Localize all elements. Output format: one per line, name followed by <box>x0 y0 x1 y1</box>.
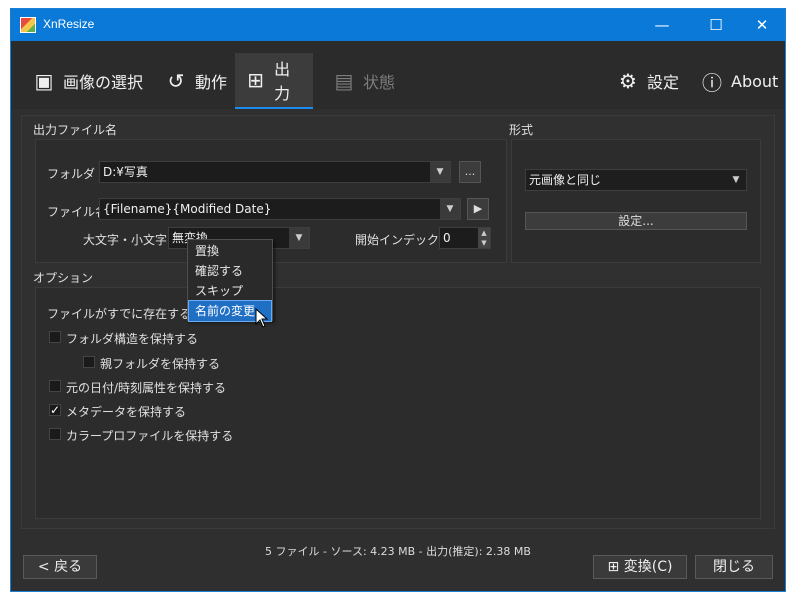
chevron-down-icon[interactable]: ▼ <box>430 162 450 182</box>
filename-value: {Filename}{Modified Date} <box>103 202 272 216</box>
folder-value: D:¥写真 <box>103 165 148 179</box>
checkbox-label: メタデータを保持する <box>66 405 187 419</box>
chevron-down-icon[interactable]: ▼ <box>440 199 460 219</box>
menu-item-replace[interactable]: 置換 <box>189 241 271 261</box>
close-window-button[interactable]: ✕ <box>739 9 785 41</box>
format-value: 元画像と同じ <box>529 173 602 187</box>
keep-datetime-checkbox[interactable] <box>49 380 61 392</box>
tab-settings[interactable]: ⚙ 設定 <box>607 53 687 109</box>
output-filename-group-label: 出力ファイル名 <box>33 123 118 137</box>
options-group-label: オプション <box>33 271 94 285</box>
main-toolbar: ▣ 画像の選択 ↺ 動作 ⊞ 出力 ▤ 状態 ⚙ 設定 ⓘ About <box>11 41 785 109</box>
checkbox-label: 親フォルダを保持する <box>100 357 221 371</box>
keep-color-profile-checkbox[interactable] <box>49 428 61 440</box>
close-button[interactable]: 閉じる <box>695 555 773 579</box>
menu-item-confirm[interactable]: 確認する <box>189 261 271 281</box>
checkbox-label: 元の日付/時刻属性を保持する <box>66 381 227 395</box>
convert-icon: ⊞ <box>607 559 624 575</box>
spin-buttons[interactable]: ▲ ▼ <box>478 228 490 248</box>
start-index-value: 0 <box>443 231 451 245</box>
menu-item-skip[interactable]: スキップ <box>189 281 271 301</box>
filename-combobox[interactable]: {Filename}{Modified Date} ▼ <box>99 198 461 220</box>
maximize-button[interactable]: ☐ <box>693 9 739 41</box>
tab-label: 出力 <box>274 60 291 103</box>
tab-label: 画像の選択 <box>63 73 144 92</box>
convert-button[interactable]: ⊞ 変換(C) <box>593 555 687 579</box>
folder-combobox[interactable]: D:¥写真 ▼ <box>99 161 451 183</box>
start-index-spinbox[interactable]: 0 ▲ ▼ <box>439 227 491 249</box>
tab-label: 動作 <box>195 73 228 92</box>
browse-button[interactable]: ... <box>459 161 481 183</box>
status-icon: ▤ <box>334 69 354 93</box>
start-index-label: 開始インデックス <box>355 233 451 247</box>
mouse-cursor-icon <box>255 308 269 328</box>
title-bar[interactable]: XnResize — ☐ ✕ <box>11 9 785 41</box>
filename-label: ファイル名 <box>47 205 108 219</box>
filename-menu-button[interactable]: ▶ <box>467 198 489 220</box>
back-button[interactable]: < 戻る <box>23 555 97 579</box>
image-select-icon: ▣ <box>34 69 54 93</box>
keep-parent-folder-checkbox[interactable] <box>83 356 95 368</box>
format-group-label: 形式 <box>509 123 534 137</box>
tab-label: 状態 <box>363 73 396 92</box>
output-icon: ⊞ <box>247 68 264 92</box>
tab-about[interactable]: ⓘ About <box>691 53 786 109</box>
action-icon: ↺ <box>167 69 185 93</box>
spin-down-icon[interactable]: ▼ <box>478 238 490 248</box>
convert-label: 変換(C) <box>623 559 673 575</box>
case-label: 大文字・小文字 <box>83 233 168 247</box>
chevron-down-icon[interactable]: ▼ <box>726 170 746 190</box>
format-combobox[interactable]: 元画像と同じ ▼ <box>525 169 747 191</box>
format-settings-button[interactable]: 設定... <box>525 212 747 230</box>
tab-output[interactable]: ⊞ 出力 <box>235 53 313 109</box>
app-icon <box>20 17 36 33</box>
xnresize-window: XnResize — ☐ ✕ ▣ 画像の選択 ↺ 動作 ⊞ 出力 ▤ 状態 ⚙ … <box>10 8 786 592</box>
check-icon: ✓ <box>50 403 61 417</box>
tab-action[interactable]: ↺ 動作 <box>155 53 235 109</box>
keep-metadata-checkbox[interactable]: ✓ <box>49 404 61 416</box>
chevron-down-icon[interactable]: ▼ <box>289 228 309 248</box>
tab-label: About <box>731 71 779 91</box>
window-title: XnResize <box>43 17 95 31</box>
info-icon: ⓘ <box>702 70 722 95</box>
tab-image-select[interactable]: ▣ 画像の選択 <box>23 53 151 109</box>
keep-folder-structure-checkbox[interactable] <box>49 331 61 343</box>
minimize-button[interactable]: — <box>639 9 685 41</box>
play-arrow-icon: ▶ <box>473 202 483 215</box>
spin-up-icon[interactable]: ▲ <box>478 228 490 238</box>
checkbox-label: フォルダ構造を保持する <box>66 332 199 346</box>
checkbox-label: カラープロファイルを保持する <box>66 429 234 443</box>
folder-label: フォルダ <box>47 167 96 181</box>
format-panel <box>511 139 761 263</box>
tab-label: 設定 <box>647 73 680 92</box>
tab-status: ▤ 状態 <box>323 53 403 109</box>
gear-icon: ⚙ <box>619 69 637 93</box>
